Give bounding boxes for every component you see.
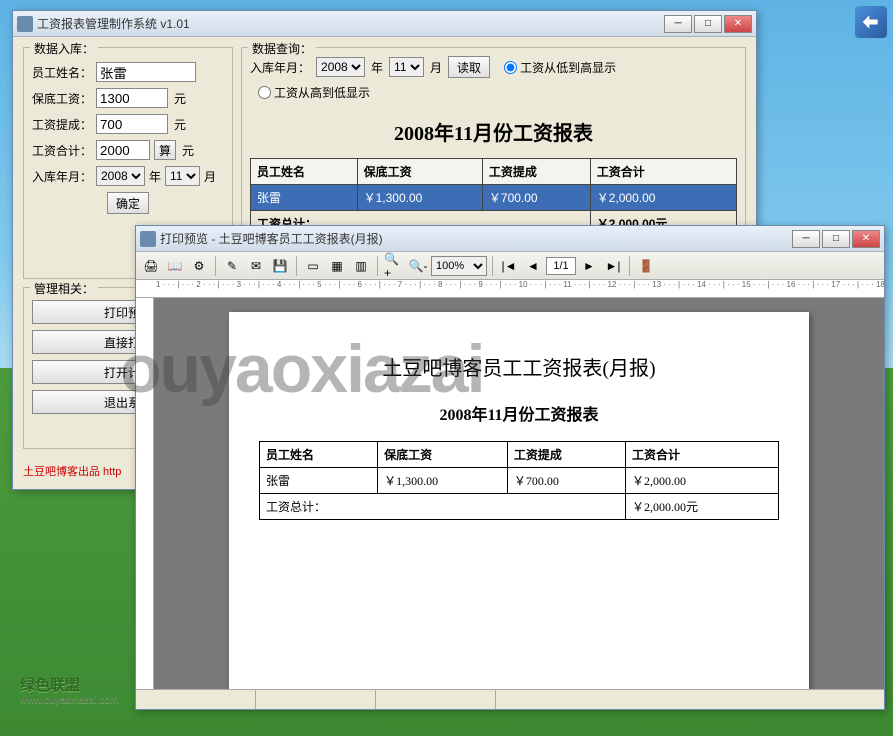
app-icon [17,16,33,32]
main-title: 工资报表管理制作系统 v1.01 [37,15,664,32]
query-ym-label: 入库年月： [250,59,310,76]
doc-title: 土豆吧博客员工工资报表(月报) [259,352,779,381]
next-page-icon[interactable]: ► [578,255,600,277]
unit-label: 元 [182,142,194,159]
calc-button[interactable]: 算 [154,140,176,160]
mgmt-legend: 管理相关： [30,280,98,297]
document-page: 土豆吧博客员工工资报表(月报) 2008年11月份工资报表 员工姓名 保底工资 … [229,312,809,689]
maximize-button[interactable]: □ [694,15,722,33]
preview-titlebar[interactable]: 打印预览 - 土豆吧博客员工工资报表(月报) ─ □ ✕ [136,226,884,252]
sort-high-radio[interactable] [258,86,271,99]
zoom-in-icon[interactable]: 🔍+ [383,255,405,277]
table-row[interactable]: 张雷 ￥1,300.00 ￥700.00 ￥2,000.00 [251,185,737,211]
edit-icon[interactable]: ✎ [221,255,243,277]
open-icon[interactable]: 📖 [164,255,186,277]
base-label: 保底工资： [32,90,92,107]
commission-label: 工资提成： [32,116,92,133]
month-suffix: 月 [430,59,442,76]
doc-table: 员工姓名 保底工资 工资提成 工资合计 张雷 ￥1,300.00 ￥700.00… [259,441,779,520]
zoom-out-icon[interactable]: 🔍- [407,255,429,277]
settings-icon[interactable]: ⚙ [188,255,210,277]
year-suffix: 年 [149,168,161,185]
name-input[interactable] [96,62,196,82]
preview-app-icon [140,231,156,247]
total-input[interactable] [96,140,150,160]
save-icon[interactable]: 💾 [269,255,291,277]
desktop-app-icon[interactable] [855,6,887,38]
vertical-ruler [136,298,154,689]
preview-minimize-button[interactable]: ─ [792,230,820,248]
preview-maximize-button[interactable]: □ [822,230,850,248]
col-base: 保底工资 [357,159,482,185]
page-viewport[interactable]: 土豆吧博客员工工资报表(月报) 2008年11月份工资报表 员工姓名 保底工资 … [154,298,884,689]
view-multi-icon[interactable]: ▦ [326,255,348,277]
read-button[interactable]: 读取 [448,56,490,78]
prev-page-icon[interactable]: ◄ [522,255,544,277]
main-titlebar[interactable]: 工资报表管理制作系统 v1.01 ─ □ ✕ [13,11,756,37]
input-legend: 数据入库： [30,40,98,57]
doc-subtitle: 2008年11月份工资报表 [259,401,779,425]
print-icon[interactable]: 🖨 [140,255,162,277]
preview-close-button[interactable]: ✕ [852,230,880,248]
mail-icon[interactable]: ✉ [245,255,267,277]
report-title: 2008年11月份工资报表 [250,117,737,146]
table-row: 张雷 ￥1,300.00 ￥700.00 ￥2,000.00 [260,468,779,494]
preview-statusbar [136,689,884,709]
query-month-select[interactable]: 11 [389,57,424,77]
ok-button[interactable]: 确定 [107,192,149,214]
name-label: 员工姓名： [32,64,92,81]
zoom-select[interactable]: 100% [431,256,487,276]
month-suffix: 月 [204,168,216,185]
close-button[interactable]: ✕ [724,15,752,33]
unit-label: 元 [174,90,186,107]
col-name: 员工姓名 [251,159,358,185]
year-select[interactable]: 2008 [96,166,145,186]
query-legend: 数据查询： [248,40,316,57]
table-header-row: 员工姓名 保底工资 工资提成 工资合计 [251,159,737,185]
view-single-icon[interactable]: ▭ [302,255,324,277]
col-comm: 工资提成 [482,159,590,185]
base-input[interactable] [96,88,168,108]
horizontal-ruler: 1 · · · | · · · 2 · · · | · · · 3 · · · … [136,280,884,298]
sort-low-label: 工资从低到高显示 [520,59,616,76]
unit-label: 元 [174,116,186,133]
ym-label: 入库年月： [32,168,92,185]
month-select[interactable]: 11 [165,166,200,186]
exit-preview-icon[interactable]: 🚪 [635,255,657,277]
last-page-icon[interactable]: ►| [602,255,624,277]
page-input[interactable] [546,257,576,275]
commission-input[interactable] [96,114,168,134]
sort-low-radio[interactable] [504,61,517,74]
preview-title: 打印预览 - 土豆吧博客员工工资报表(月报) [160,230,792,247]
minimize-button[interactable]: ─ [664,15,692,33]
preview-window: 打印预览 - 土豆吧博客员工工资报表(月报) ─ □ ✕ 🖨 📖 ⚙ ✎ ✉ 💾… [135,225,885,710]
table-total-row: 工资总计： ￥2,000.00元 [260,494,779,520]
first-page-icon[interactable]: |◄ [498,255,520,277]
query-year-select[interactable]: 2008 [316,57,365,77]
total-label: 工资合计： [32,142,92,159]
sort-high-label: 工资从高到低显示 [274,84,370,101]
col-total: 工资合计 [590,159,736,185]
year-suffix: 年 [371,59,383,76]
preview-toolbar: 🖨 📖 ⚙ ✎ ✉ 💾 ▭ ▦ ▥ 🔍+ 🔍- 100% |◄ ◄ ► ►| 🚪 [136,252,884,280]
view-grid-icon[interactable]: ▥ [350,255,372,277]
brand-logo: 绿色联盟 www.ouyaoxiazai.com [20,674,118,706]
